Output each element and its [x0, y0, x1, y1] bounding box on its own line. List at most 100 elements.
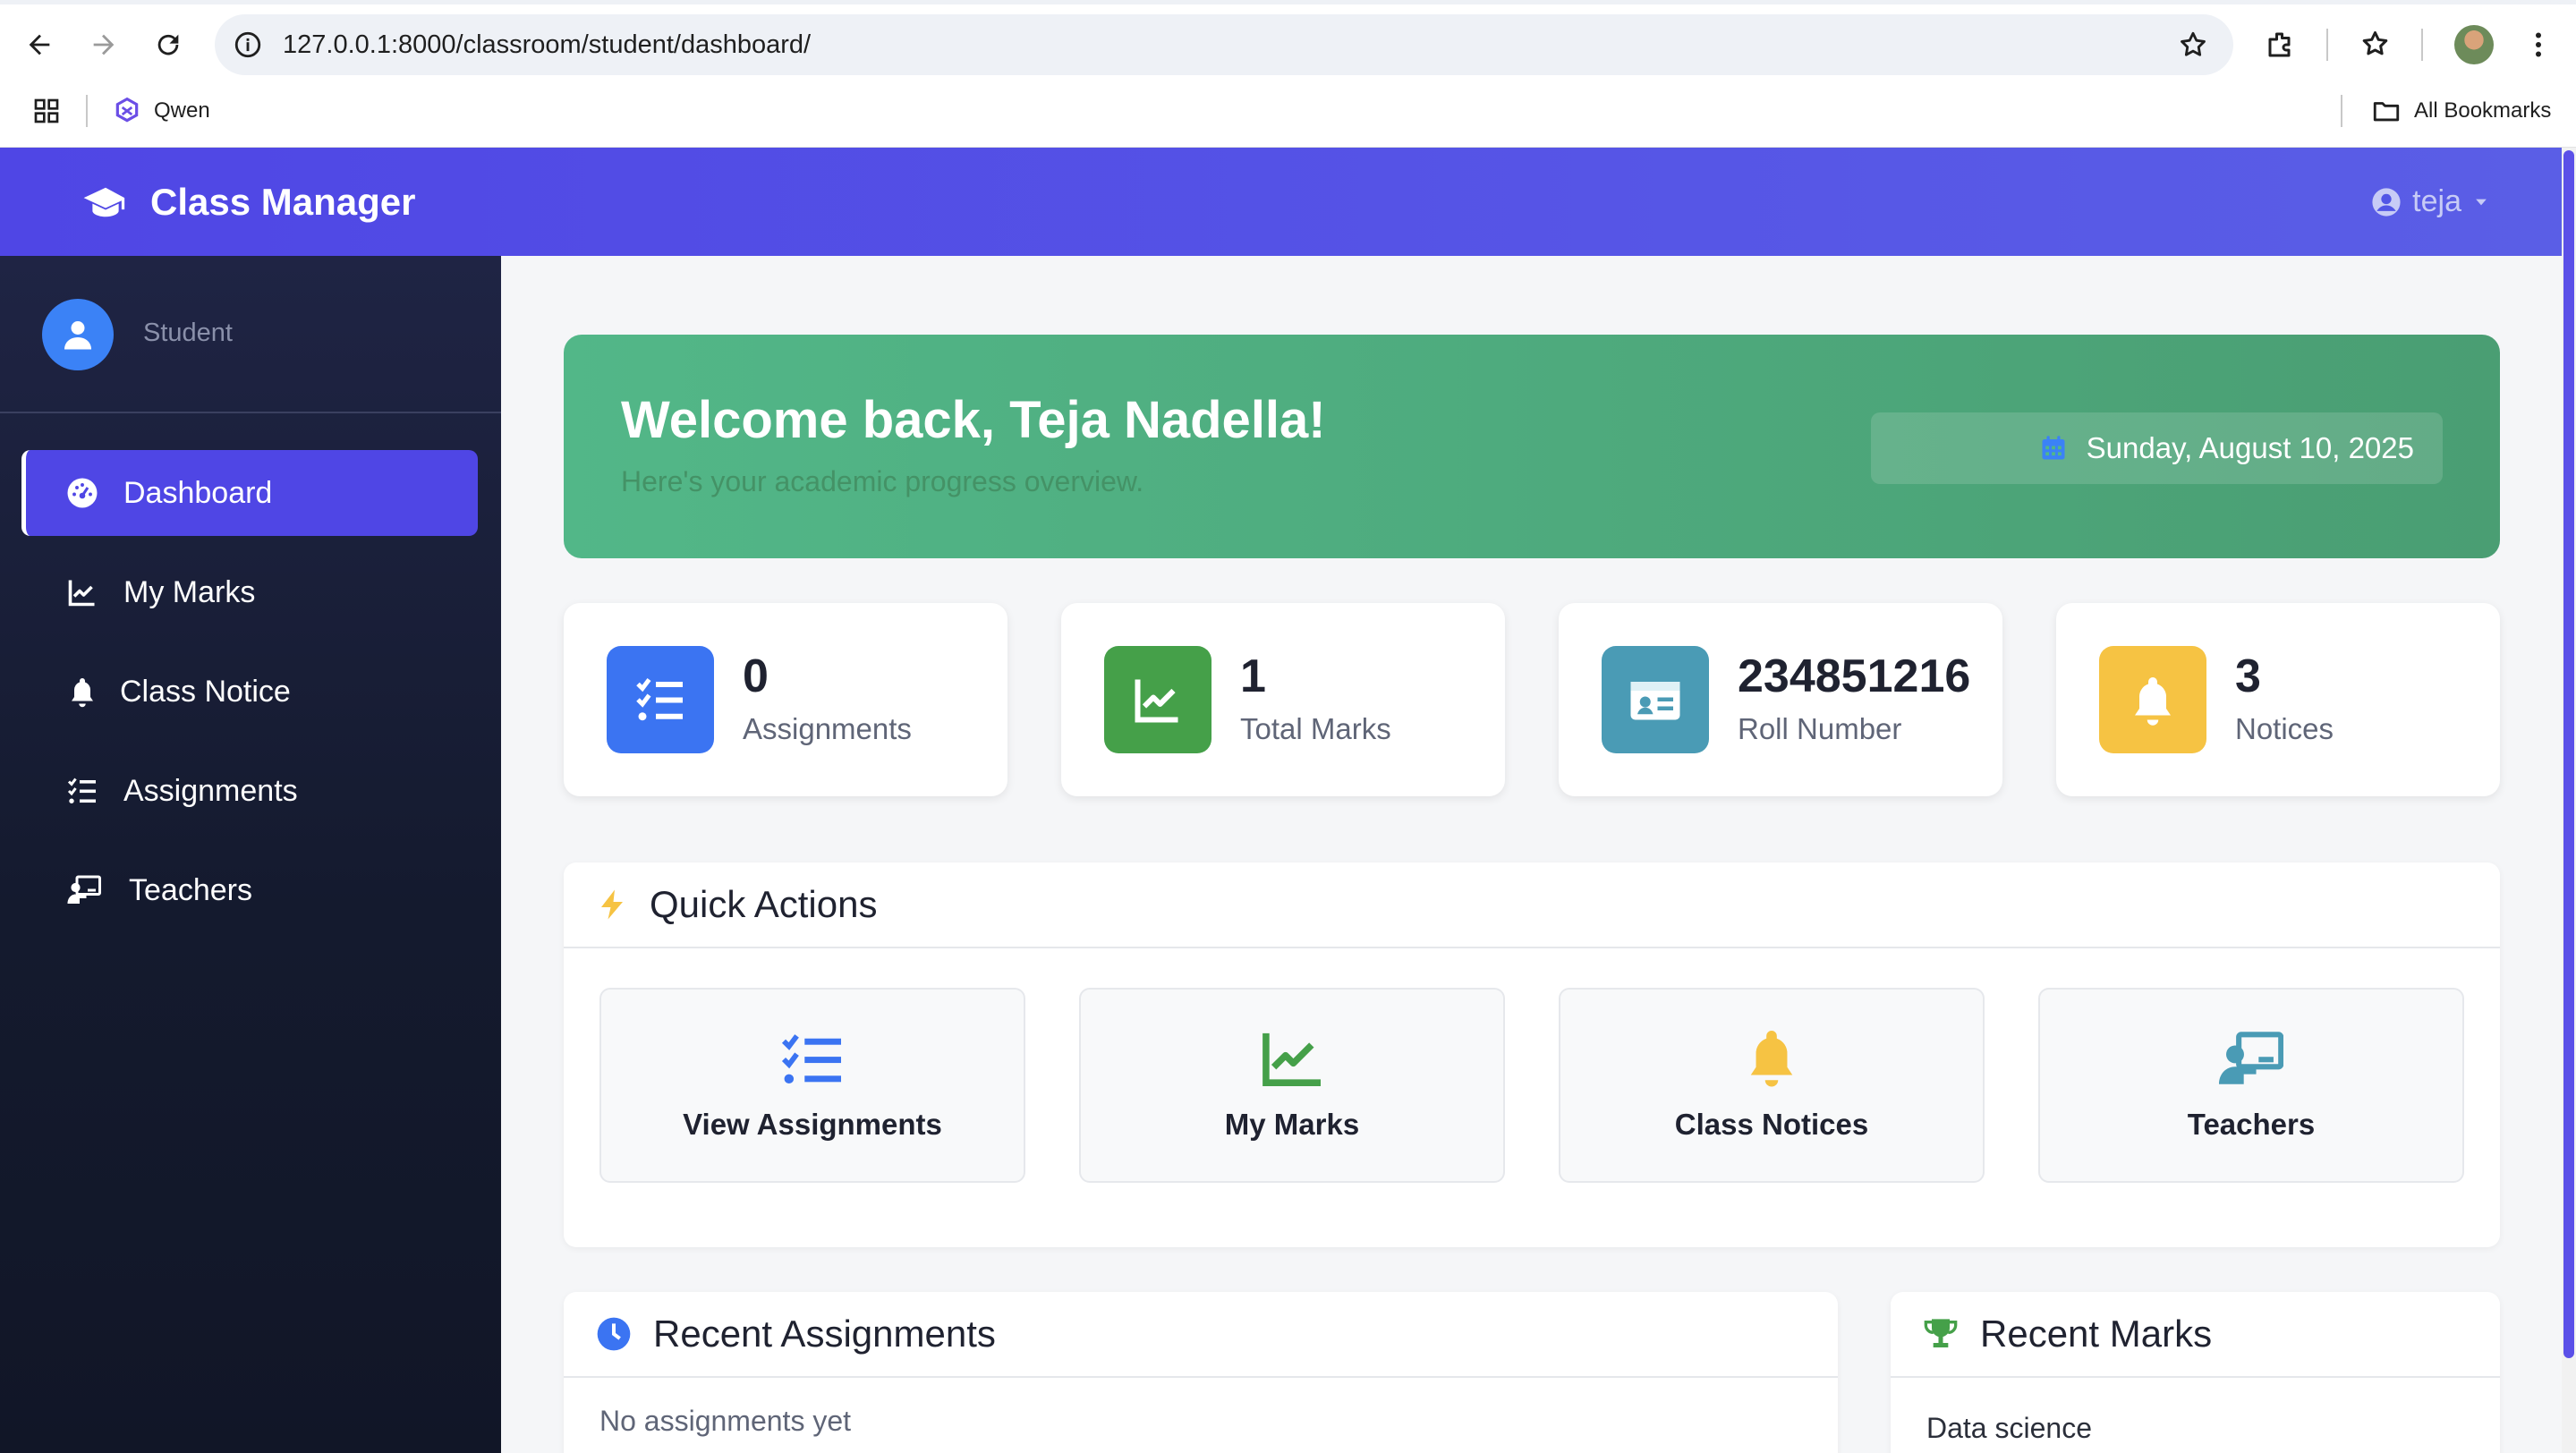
- stat-label: Roll Number: [1738, 712, 1902, 745]
- sidebar-profile: Student: [0, 256, 501, 413]
- stat-label: Assignments: [743, 712, 912, 745]
- bolt-icon: [601, 889, 623, 920]
- dashboard-icon: [67, 478, 98, 508]
- puzzle-icon: [2268, 32, 2291, 57]
- chart-line-icon: [68, 580, 95, 607]
- recent-assignments-panel: Recent Assignments No assignments yet: [564, 1292, 1838, 1453]
- tasks-icon: [781, 1034, 841, 1084]
- qwen-logo-icon: [115, 97, 139, 123]
- address-bar[interactable]: 127.0.0.1:8000/classroom/student/dashboa…: [215, 14, 2233, 75]
- sidebar: Student Dashboard My Marks Class Notice …: [0, 256, 501, 1453]
- toolbar-separator: [2421, 29, 2423, 61]
- browser-menu-button[interactable]: [2518, 24, 2559, 65]
- brand-link[interactable]: Class Manager: [82, 148, 415, 256]
- quick-action-class-notices[interactable]: Class Notices: [1559, 988, 1985, 1183]
- user-role: Student: [143, 319, 233, 347]
- url-text: 127.0.0.1:8000/classroom/student/dashboa…: [283, 30, 812, 59]
- sidebar-item-label: My Marks: [123, 574, 256, 609]
- quick-action-my-marks[interactable]: My Marks: [1079, 988, 1505, 1183]
- chart-line-icon: [1262, 1032, 1321, 1086]
- tasks-icon: [636, 678, 683, 721]
- all-bookmarks-label: All Bookmarks: [2414, 98, 2552, 123]
- profile-avatar[interactable]: [2454, 25, 2494, 64]
- empty-state-text: No assignments yet: [599, 1405, 852, 1437]
- bookmark-star-icon[interactable]: [2178, 30, 2208, 60]
- tab-strip-edge: [0, 0, 2576, 4]
- sidebar-item-label: Dashboard: [123, 475, 273, 510]
- stat-value: 1: [1240, 650, 1266, 702]
- quick-actions-panel: Quick Actions View Assignments My Marks …: [564, 862, 2500, 1247]
- caret-down-icon: [2476, 199, 2487, 205]
- bookmark-qwen[interactable]: Qwen: [113, 93, 210, 129]
- date-badge: Sunday, August 10, 2025: [1871, 412, 2443, 484]
- quick-action-label: View Assignments: [683, 1108, 942, 1141]
- scrollbar-thumb[interactable]: [2563, 150, 2574, 1358]
- sidebar-item-assignments[interactable]: Assignments: [21, 748, 478, 834]
- reload-button[interactable]: [143, 20, 193, 70]
- sidebar-item-teachers[interactable]: Teachers: [21, 847, 478, 933]
- stat-value: 234851216: [1738, 650, 1971, 702]
- recent-assignments-title: Recent Assignments: [653, 1313, 996, 1355]
- user-dropdown[interactable]: teja: [2371, 148, 2490, 256]
- sidebar-item-dashboard[interactable]: Dashboard: [21, 450, 478, 536]
- calendar-icon: [2042, 436, 2065, 460]
- welcome-title: Welcome back, Teja Nadella!: [621, 391, 1326, 449]
- recent-marks-panel: Recent Marks Data science: [1891, 1292, 2500, 1453]
- stat-icon-box: [2099, 646, 2206, 753]
- app-navbar: Class Manager teja: [0, 148, 2562, 256]
- bell-icon: [72, 678, 93, 708]
- toolbar-separator: [2326, 29, 2328, 61]
- all-bookmarks-button[interactable]: All Bookmarks: [2371, 93, 2551, 129]
- bell-icon: [2135, 677, 2171, 726]
- recent-assignments-header: Recent Assignments: [564, 1292, 1838, 1378]
- reload-icon: [157, 34, 179, 55]
- stat-icon-box: [607, 646, 714, 753]
- bookmarks-separator: [2341, 95, 2342, 127]
- back-arrow-icon: [29, 34, 50, 55]
- chalkboard-teacher-icon: [2219, 1032, 2283, 1084]
- forward-button[interactable]: [79, 20, 129, 70]
- stat-card-assignments: 0 Assignments: [564, 603, 1007, 796]
- stat-label: Total Marks: [1240, 712, 1391, 745]
- recent-marks-header: Recent Marks: [1891, 1292, 2500, 1378]
- star-list-icon: [2362, 31, 2388, 55]
- quick-action-label: Teachers: [2187, 1108, 2316, 1141]
- extensions-button[interactable]: [2260, 24, 2301, 65]
- bell-icon: [1750, 1031, 1793, 1087]
- stat-icon-box: [1602, 646, 1709, 753]
- sidebar-item-label: Assignments: [123, 773, 298, 808]
- chalkboard-teacher-icon: [67, 875, 101, 904]
- current-date: Sunday, August 10, 2025: [2086, 431, 2414, 464]
- user-icon: [64, 321, 91, 350]
- quick-actions-header: Quick Actions: [564, 862, 2500, 948]
- welcome-subtitle: Here's your academic progress overview.: [621, 465, 1144, 497]
- stat-card-total-marks: 1 Total Marks: [1061, 603, 1505, 796]
- mark-subject: Data science: [1926, 1412, 2092, 1444]
- tasks-icon: [67, 777, 96, 803]
- recent-marks-title: Recent Marks: [1980, 1313, 2213, 1355]
- kebab-menu-icon: [2536, 32, 2541, 57]
- id-card-icon: [1630, 682, 1680, 720]
- sidebar-item-class-notice[interactable]: Class Notice: [21, 649, 478, 735]
- avatar: [42, 299, 114, 370]
- graduation-cap-icon: [83, 187, 125, 217]
- main-content: Welcome back, Teja Nadella! Here's your …: [501, 256, 2562, 1453]
- stat-card-roll-number: 234851216 Roll Number: [1559, 603, 2002, 796]
- bookmarks-manager-button[interactable]: [2356, 24, 2397, 65]
- username: teja: [2412, 184, 2461, 218]
- folder-icon: [2373, 102, 2400, 122]
- site-info-icon[interactable]: [233, 30, 263, 60]
- quick-action-teachers[interactable]: Teachers: [2038, 988, 2464, 1183]
- apps-grid-icon[interactable]: [32, 97, 61, 125]
- sidebar-item-my-marks[interactable]: My Marks: [21, 549, 478, 635]
- clock-icon: [597, 1317, 631, 1351]
- sidebar-item-label: Class Notice: [120, 674, 291, 709]
- stat-icon-box: [1104, 646, 1211, 753]
- browser-toolbar: 127.0.0.1:8000/classroom/student/dashboa…: [0, 0, 2576, 148]
- brand-title: Class Manager: [150, 180, 416, 223]
- stat-value: 0: [743, 650, 769, 702]
- stat-value: 3: [2235, 650, 2261, 702]
- quick-action-view-assignments[interactable]: View Assignments: [599, 988, 1025, 1183]
- back-button[interactable]: [14, 20, 64, 70]
- stat-card-notices: 3 Notices: [2056, 603, 2500, 796]
